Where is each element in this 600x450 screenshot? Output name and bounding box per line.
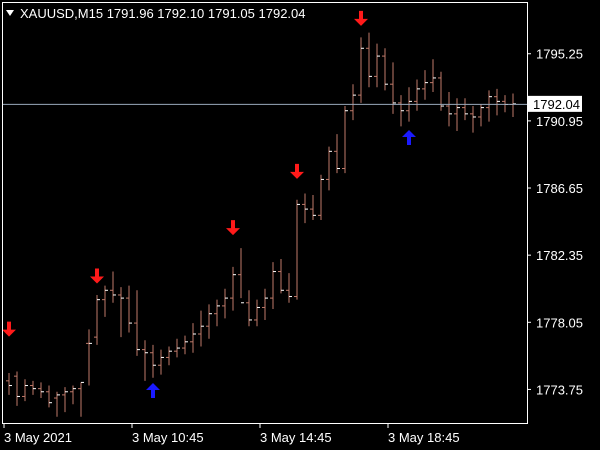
chart-title: XAUUSD,M15 1791.96 1792.10 1791.05 1792.… xyxy=(20,6,306,21)
y-tick-label: 1778.05 xyxy=(536,315,583,330)
x-tick-label: 3 May 18:45 xyxy=(388,430,460,445)
y-tick-label: 1795.25 xyxy=(536,47,583,62)
current-price-value: 1792.04 xyxy=(533,97,580,112)
chart-background xyxy=(0,0,600,450)
x-tick-label: 3 May 10:45 xyxy=(132,430,204,445)
x-tick-label: 3 May 14:45 xyxy=(260,430,332,445)
x-tick-label: 3 May 2021 xyxy=(4,430,72,445)
y-tick-label: 1790.95 xyxy=(536,114,583,129)
current-price-label: 1792.04 xyxy=(528,95,582,112)
y-tick-label: 1786.65 xyxy=(536,181,583,196)
y-tick-label: 1773.75 xyxy=(536,382,583,397)
chart: 1795.25 1790.95 1786.65 1782.35 1778.05 1773.… xyxy=(0,0,600,450)
y-tick-label: 1782.35 xyxy=(536,248,583,263)
